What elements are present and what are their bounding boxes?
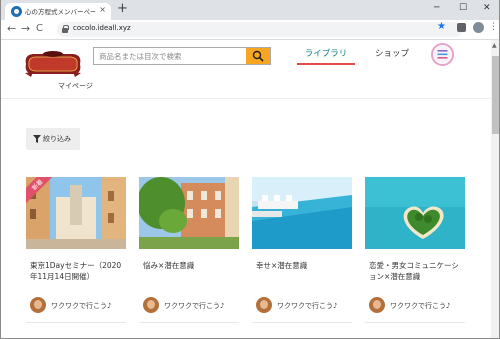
author-avatar — [30, 297, 46, 313]
card-title: 幸せ×潜在意識 — [256, 261, 308, 270]
search-icon — [252, 50, 264, 62]
card-divider — [26, 322, 126, 323]
card-worries[interactable]: 悩み×潜在意識 ワクワクで行こう♪ — [139, 177, 239, 325]
card-author: ワクワクで行こう♪ — [30, 297, 126, 313]
user-avatar-icon — [434, 46, 451, 63]
card-romance[interactable]: 恋愛・男女コミュニケーション×潜在意識 ワクワクで行こう♪ — [365, 177, 465, 325]
card-author: ワクワクで行こう♪ — [143, 297, 239, 313]
extensions-icon[interactable] — [457, 23, 466, 32]
page-scrollbar[interactable]: ▲ — [491, 40, 499, 338]
author-name: ワクワクで行こう♪ — [51, 302, 112, 310]
user-menu-avatar[interactable] — [431, 43, 454, 66]
search-box — [93, 47, 271, 65]
card-thumbnail: 新着 — [26, 177, 126, 249]
tab-strip: 心の方程式メンバーページ × + ─ ☐ ✕ — [1, 0, 499, 20]
browser-menu-icon[interactable]: ⋮ — [489, 21, 498, 33]
card-author: ワクワクで行こう♪ — [256, 297, 352, 313]
scrollbar-thumb[interactable] — [492, 56, 499, 134]
nav-shop-tab[interactable]: ショップ — [367, 47, 417, 65]
tab-close-icon[interactable]: × — [99, 5, 106, 15]
browser-window: 心の方程式メンバーページ × + ─ ☐ ✕ ← → C cocolo.idea… — [0, 0, 500, 339]
card-thumbnail — [365, 177, 465, 249]
card-divider — [365, 322, 465, 323]
scroll-up-icon[interactable]: ▲ — [492, 42, 497, 49]
site-logo[interactable] — [23, 49, 83, 79]
maximize-icon[interactable]: ☐ — [459, 1, 467, 15]
card-title: 東京1Dayセミナー（2020年11月14日開催） — [30, 261, 122, 281]
url-text: cocolo.ideall.xyz — [73, 24, 131, 32]
resort-pool-photo — [252, 177, 352, 249]
author-name: ワクワクで行こう♪ — [277, 302, 338, 310]
author-avatar — [143, 297, 159, 313]
reload-icon[interactable]: C — [36, 22, 43, 36]
heart-island-photo — [365, 177, 465, 249]
address-bar[interactable]: cocolo.ideall.xyz — [57, 22, 463, 37]
logo-graphic — [25, 51, 81, 77]
author-name: ワクワクで行こう♪ — [390, 302, 451, 310]
filter-label: 絞り込み — [43, 135, 71, 143]
author-name: ワクワクで行こう♪ — [164, 302, 225, 310]
tab-title: 心の方程式メンバーページ — [25, 8, 95, 16]
author-avatar — [256, 297, 272, 313]
card-title: 恋愛・男女コミュニケーション×潜在意識 — [369, 261, 459, 281]
card-thumbnail — [252, 177, 352, 249]
close-window-icon[interactable]: ✕ — [483, 1, 491, 15]
card-divider — [252, 322, 352, 323]
search-input[interactable] — [94, 48, 246, 64]
profile-avatar-icon[interactable] — [473, 22, 484, 33]
filter-funnel-icon — [33, 135, 41, 143]
author-avatar — [369, 297, 385, 313]
card-happiness[interactable]: 幸せ×潜在意識 ワクワクで行こう♪ — [252, 177, 352, 325]
minimize-icon[interactable]: ─ — [434, 1, 439, 15]
nav-library-tab[interactable]: ライブラリ — [297, 47, 355, 65]
bookmark-star-icon[interactable]: ★ — [437, 21, 446, 33]
villa-garden-photo — [139, 177, 239, 249]
browser-toolbar: ← → C cocolo.ideall.xyz ★ ⋮ — [1, 20, 499, 40]
new-tab-button[interactable]: + — [117, 2, 128, 16]
card-divider — [139, 322, 239, 323]
my-page-link[interactable]: マイページ — [58, 81, 93, 91]
lock-icon — [62, 25, 69, 33]
card-title: 悩み×潜在意識 — [143, 261, 195, 270]
browser-tab[interactable]: 心の方程式メンバーページ × — [5, 3, 111, 20]
card-author: ワクワクで行こう♪ — [369, 297, 465, 313]
page-content: ライブラリ ショップ マイページ 絞り込み — [1, 40, 491, 338]
search-button[interactable] — [246, 48, 270, 64]
card-tokyo-seminar[interactable]: 新着 東京1Dayセミナー（2020年11月14日開催） ワクワクで行こう♪ — [26, 177, 126, 325]
filter-button[interactable]: 絞り込み — [26, 128, 80, 150]
forward-icon[interactable]: → — [21, 22, 30, 36]
header-divider — [1, 98, 491, 99]
card-thumbnail — [139, 177, 239, 249]
wordpress-favicon-icon — [11, 6, 22, 17]
back-icon[interactable]: ← — [7, 22, 16, 36]
